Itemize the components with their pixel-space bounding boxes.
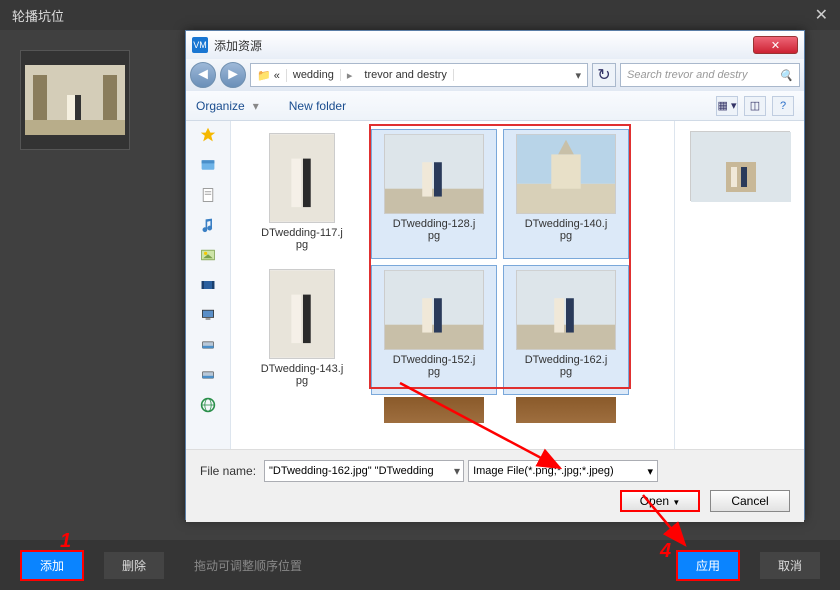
new-folder-button[interactable]: New folder — [289, 99, 346, 113]
file-thumb — [516, 270, 616, 350]
disk-icon[interactable] — [199, 337, 217, 353]
videos-icon[interactable] — [199, 277, 217, 293]
file-thumb — [269, 269, 335, 359]
annotation-4: 4 — [660, 540, 671, 563]
app-icon: VM — [192, 37, 208, 53]
file-item[interactable]: DTwedding-162.jpg — [503, 265, 629, 395]
open-button[interactable]: Open ▼ — [620, 490, 700, 512]
computer-icon[interactable] — [199, 307, 217, 323]
file-item[interactable]: DTwedding-152.jpg — [371, 265, 497, 395]
add-button[interactable]: 添加 — [20, 550, 84, 581]
refresh-button[interactable]: ↻ — [592, 63, 616, 87]
file-name: DTwedding-162.jpg — [525, 354, 608, 378]
search-input[interactable]: Search trevor and destry 🔍 — [620, 63, 800, 87]
pictures-icon[interactable] — [199, 247, 217, 263]
preview-thumb — [690, 131, 790, 201]
carousel-thumb[interactable] — [20, 50, 130, 150]
search-icon: 🔍 — [779, 69, 793, 82]
file-dialog: VM 添加资源 ✕ ◄ ► 📁 « wedding ▸ trevor and d… — [185, 30, 805, 520]
file-type-filter[interactable]: Image File(*.png;*.jpg;*.jpeg)▾ — [468, 460, 658, 482]
file-item[interactable]: DTwedding-117.jpg — [239, 129, 365, 259]
panel-title: 轮播坑位 — [12, 6, 64, 25]
preview-pane — [674, 121, 804, 449]
file-name: DTwedding-128.jpg — [393, 218, 476, 242]
nav-sidebar — [186, 121, 231, 449]
network-icon[interactable] — [199, 397, 217, 413]
libraries-icon[interactable] — [199, 157, 217, 173]
chevron-right-icon: ▸ — [341, 69, 359, 82]
disk2-icon[interactable] — [199, 367, 217, 383]
cancel-button[interactable]: 取消 — [760, 552, 820, 579]
close-icon[interactable]: ✕ — [815, 5, 828, 25]
file-list[interactable]: DTwedding-117.jpg DTwedding-128.jpg DTwedd… — [231, 121, 674, 449]
file-thumb — [516, 134, 616, 214]
music-icon[interactable] — [199, 217, 217, 233]
reorder-hint: 拖动可调整顺序位置 — [194, 557, 302, 574]
annotation-1: 1 — [60, 530, 71, 553]
file-thumb — [384, 134, 484, 214]
favorites-icon[interactable] — [199, 127, 217, 143]
documents-icon[interactable] — [199, 187, 217, 203]
dialog-close-button[interactable]: ✕ — [753, 36, 798, 54]
nav-forward-button[interactable]: ► — [220, 62, 246, 88]
dialog-title: 添加资源 — [214, 37, 262, 54]
file-thumb — [384, 270, 484, 350]
preview-pane-button[interactable]: ◫ — [744, 96, 766, 116]
apply-button[interactable]: 应用 — [676, 550, 740, 581]
file-name: DTwedding-152.jpg — [393, 354, 476, 378]
dialog-cancel-button[interactable]: Cancel — [710, 490, 790, 512]
delete-button[interactable]: 删除 — [104, 552, 164, 579]
organize-menu[interactable]: Organize — [196, 99, 245, 113]
file-name: DTwedding-117.jpg — [261, 227, 343, 251]
help-button[interactable]: ? — [772, 96, 794, 116]
filename-input[interactable] — [264, 460, 464, 482]
file-thumb — [269, 133, 335, 223]
view-options-button[interactable]: ▦ ▾ — [716, 96, 738, 116]
file-item[interactable]: DTwedding-143.jpg — [239, 265, 365, 395]
file-name: DTwedding-140.jpg — [525, 218, 608, 242]
nav-back-button[interactable]: ◄ — [190, 62, 216, 88]
file-item[interactable]: DTwedding-140.jpg — [503, 129, 629, 259]
breadcrumb[interactable]: 📁 « wedding ▸ trevor and destry ▾ — [250, 63, 588, 87]
breadcrumb-folder-2[interactable]: trevor and destry — [358, 69, 454, 81]
filename-label: File name: — [200, 464, 256, 478]
file-name: DTwedding-143.jpg — [261, 363, 344, 387]
breadcrumb-folder-1[interactable]: wedding — [287, 69, 341, 81]
file-item[interactable]: DTwedding-128.jpg — [371, 129, 497, 259]
